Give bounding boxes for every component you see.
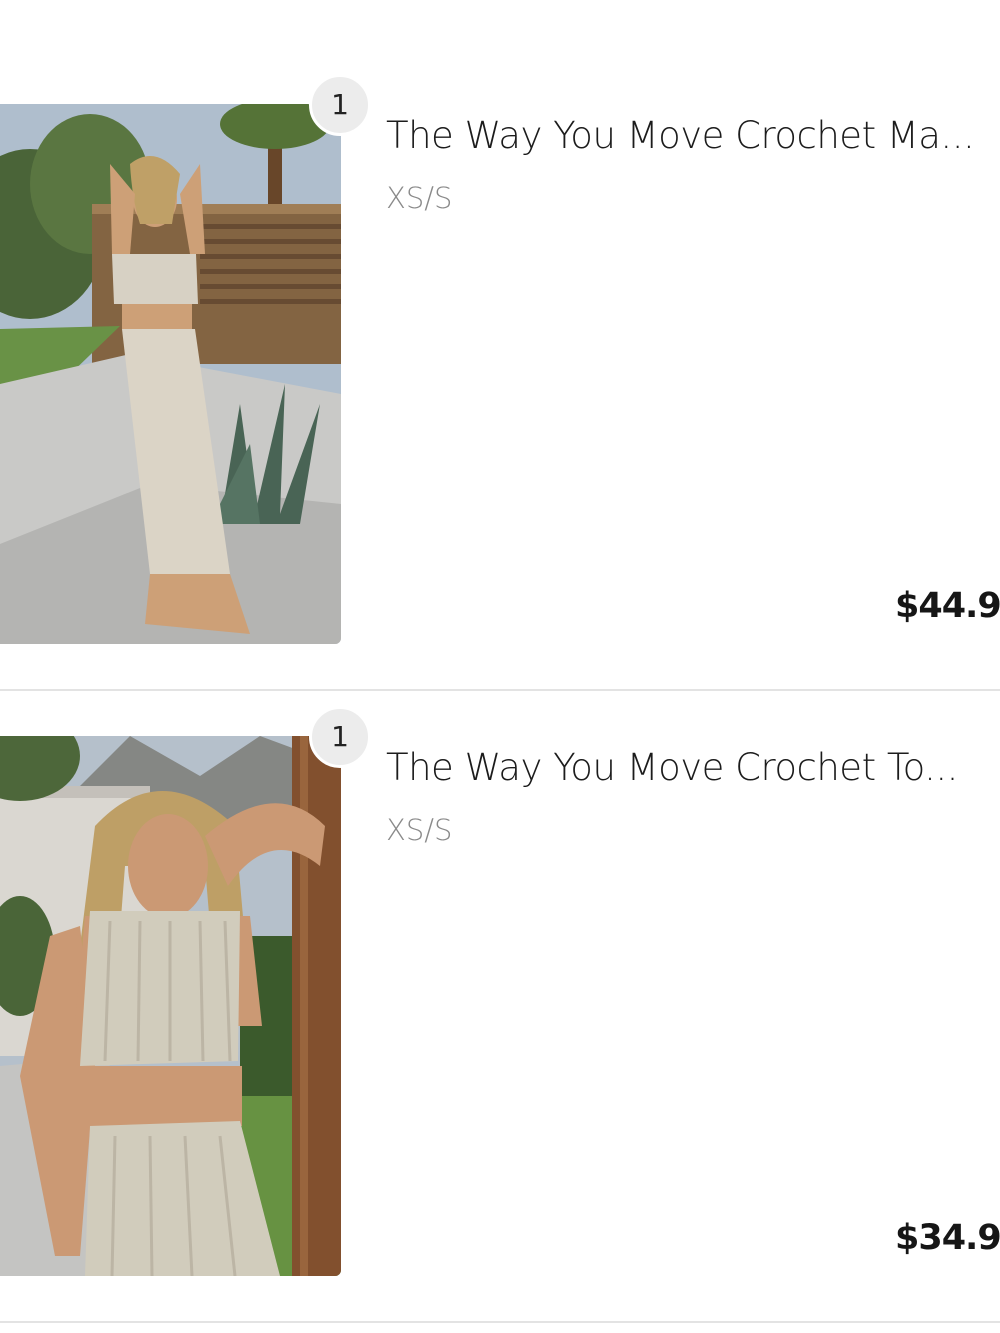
product-title[interactable]: The Way You Move Crochet Ma... bbox=[386, 114, 1000, 157]
cart-item[interactable]: 1 The Way You Move Crochet To... XS/S $3… bbox=[0, 690, 1000, 1322]
product-price: $44.99 bbox=[895, 586, 1000, 626]
quantity-badge: 1 bbox=[309, 706, 371, 768]
cart-item-list: 1 The Way You Move Crochet Ma... XS/S $4… bbox=[0, 0, 1000, 1333]
product-image[interactable] bbox=[0, 104, 341, 644]
cart-item[interactable]: 1 The Way You Move Crochet Ma... XS/S $4… bbox=[0, 58, 1000, 690]
product-size: XS/S bbox=[386, 181, 453, 215]
product-size: XS/S bbox=[386, 813, 453, 847]
product-photo-crochet-top bbox=[0, 736, 341, 1276]
quantity-badge: 1 bbox=[309, 74, 371, 136]
product-price: $34.99 bbox=[895, 1218, 1000, 1258]
product-image[interactable] bbox=[0, 736, 341, 1276]
product-title[interactable]: The Way You Move Crochet To... bbox=[386, 746, 1000, 789]
product-photo-crochet-maxi-skirt-set bbox=[0, 104, 341, 644]
item-divider bbox=[0, 1321, 1000, 1323]
